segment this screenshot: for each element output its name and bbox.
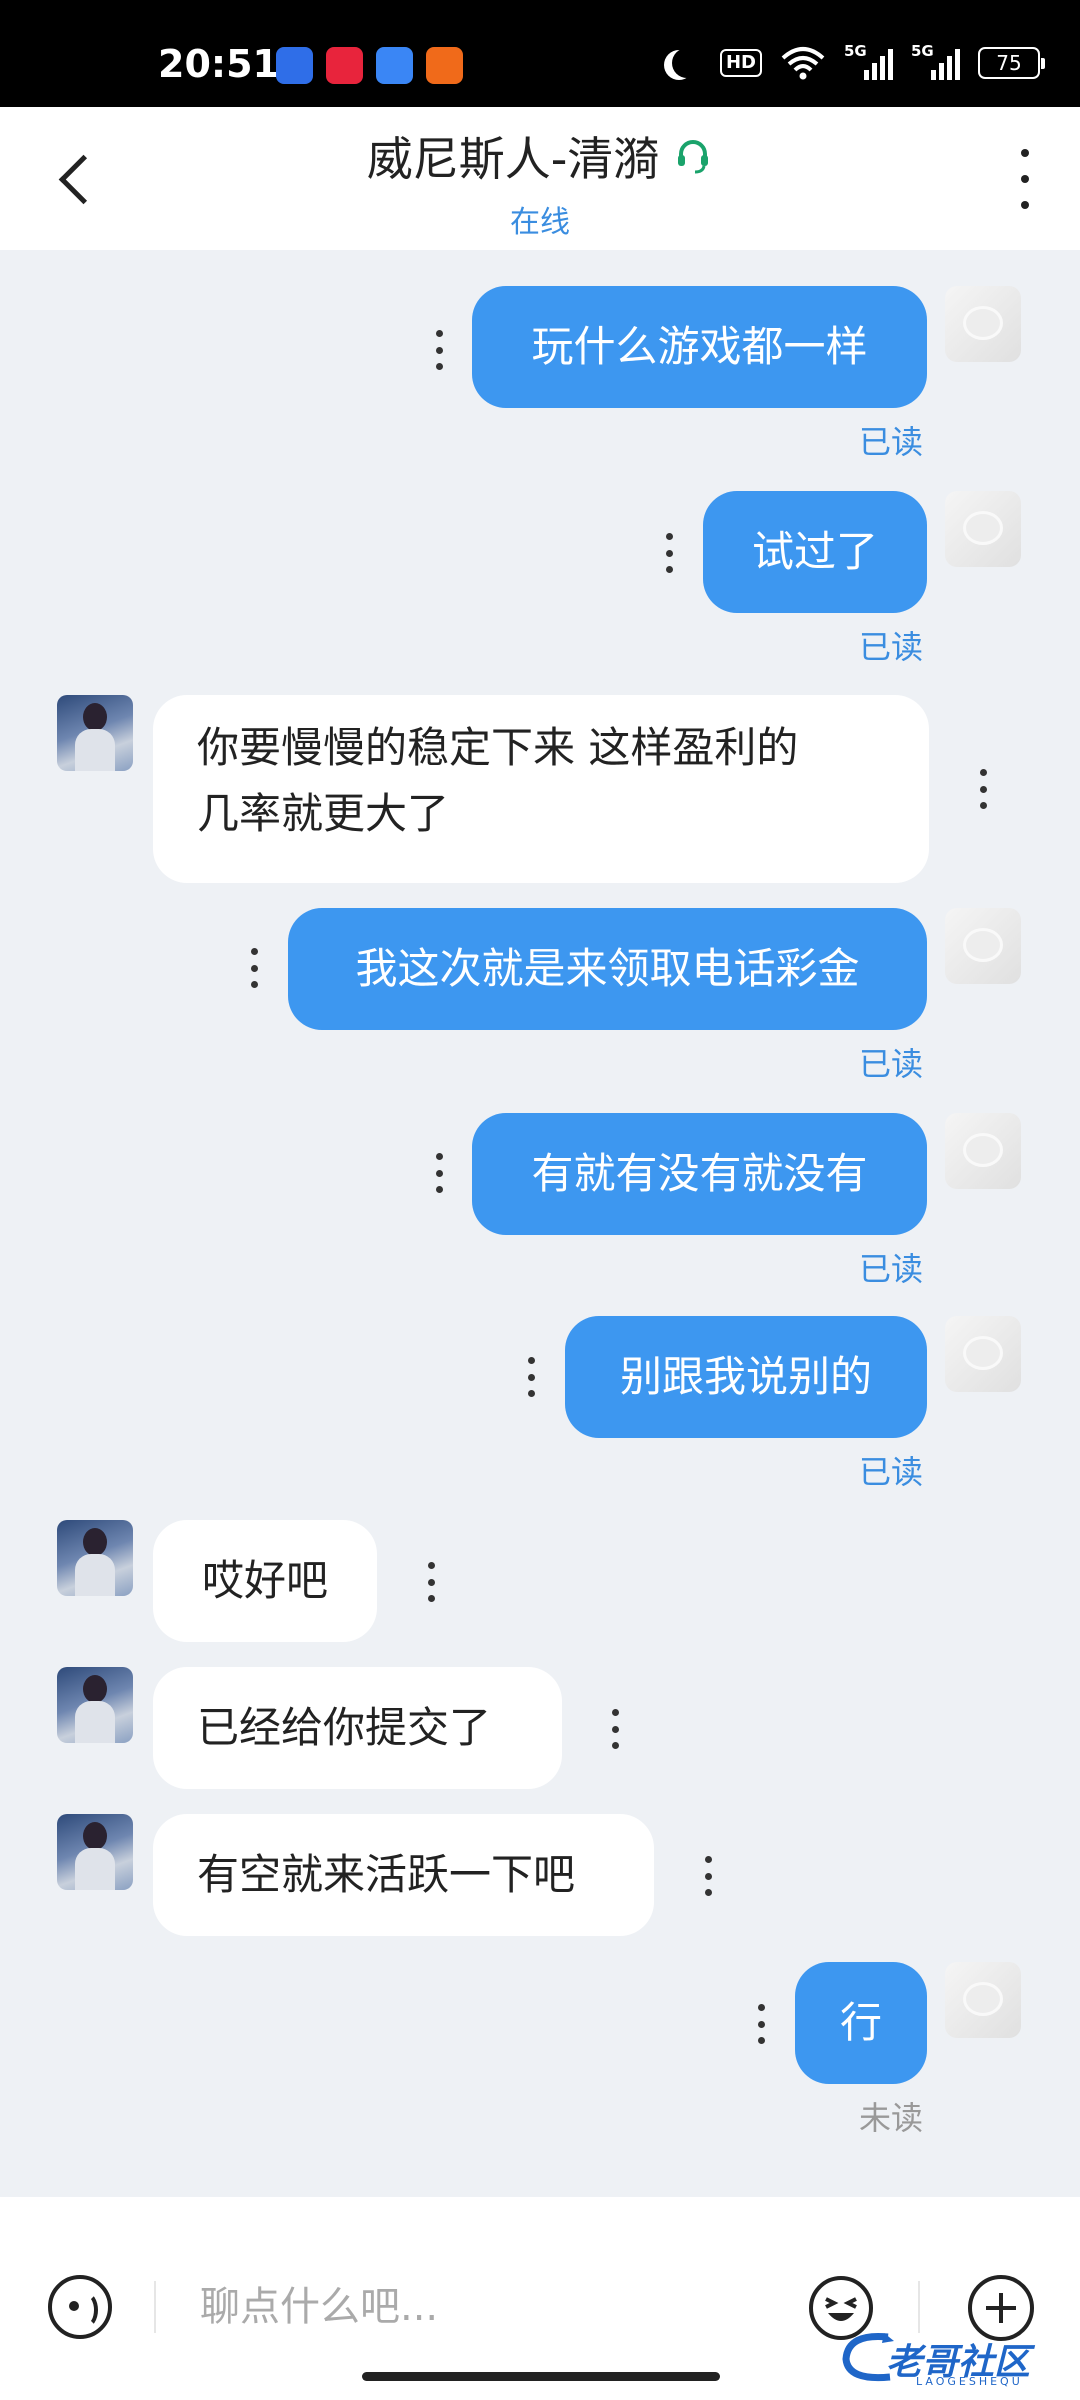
message-text: 已经给你提交了 (197, 1703, 492, 1752)
message-text: 有空就来活跃一下吧 (197, 1850, 576, 1899)
message-options-icon[interactable] (978, 769, 988, 809)
contact-avatar[interactable] (57, 695, 133, 771)
contact-avatar[interactable] (57, 1520, 133, 1596)
wifi-icon (781, 47, 825, 80)
baidu-app-icon (276, 47, 313, 84)
unread-receipt: 未读 (859, 2099, 924, 2137)
outgoing-message[interactable]: 行 (795, 1962, 927, 2084)
contact-avatar[interactable] (57, 1814, 133, 1890)
signal-5g-secondary-icon: 5G (911, 42, 960, 80)
message-text: 试过了 (751, 527, 878, 576)
status-indicators: HD 5G 5G 75 (658, 42, 1045, 80)
message-list[interactable]: 玩什么游戏都一样 已读 试过了 已读 你要慢慢的稳定下来 这样盈利的 几率就更大… (0, 250, 1080, 2197)
message-text: 玩什么游戏都一样 (531, 322, 868, 371)
online-status: 在线 (510, 205, 570, 240)
outgoing-message[interactable]: 我这次就是来领取电话彩金 (288, 908, 927, 1030)
do-not-disturb-icon (672, 48, 702, 78)
status-bar: 20:51 HD 5G 5G 75 (0, 0, 1080, 107)
message-options-icon[interactable] (434, 330, 444, 370)
incoming-message[interactable]: 已经给你提交了 (153, 1667, 562, 1789)
xiaohongshu-app-icon (326, 47, 363, 84)
contact-avatar[interactable] (57, 1667, 133, 1743)
outgoing-message[interactable]: 别跟我说别的 (565, 1316, 927, 1438)
message-options-icon[interactable] (249, 948, 259, 988)
message-options-icon[interactable] (526, 1357, 536, 1397)
watermark-subtext: LAOGESHEQU (916, 2375, 1023, 2388)
divider (154, 2281, 156, 2333)
network-type-label-2: 5G (911, 42, 934, 60)
headset-icon (678, 140, 709, 174)
message-text-line2: 几率就更大了 (197, 789, 450, 838)
message-input-bar: 老哥社区 LAOGESHEQU (0, 2197, 1080, 2400)
read-receipt: 已读 (859, 628, 924, 666)
outgoing-message[interactable]: 有就有没有就没有 (472, 1113, 927, 1235)
chat-title-area: 威尼斯人-清漪 在线 (0, 123, 1080, 241)
signal-5g-icon: 5G (844, 42, 893, 80)
message-options-icon[interactable] (426, 1562, 436, 1602)
my-avatar[interactable] (945, 286, 1021, 362)
shopping-app-icon (426, 47, 463, 84)
my-avatar[interactable] (945, 908, 1021, 984)
message-text: 行 (839, 1998, 882, 2047)
files-app-icon (376, 47, 413, 84)
home-indicator[interactable] (362, 2372, 720, 2381)
outgoing-message[interactable]: 试过了 (703, 491, 927, 613)
read-receipt: 已读 (859, 423, 924, 461)
message-text: 别跟我说别的 (619, 1352, 872, 1401)
incoming-message[interactable]: 有空就来活跃一下吧 (153, 1814, 654, 1936)
watermark-logo: 老哥社区 LAOGESHEQU (838, 2327, 1068, 2389)
voice-input-button[interactable] (48, 2275, 112, 2339)
outgoing-message[interactable]: 玩什么游戏都一样 (472, 286, 927, 408)
incoming-message[interactable]: 你要慢慢的稳定下来 这样盈利的 几率就更大了 (153, 695, 929, 883)
status-time: 20:51 (158, 42, 279, 86)
battery-icon: 75 (978, 47, 1045, 79)
message-text: 有就有没有就没有 (531, 1149, 868, 1198)
more-options-button[interactable] (1014, 149, 1036, 209)
message-options-icon[interactable] (434, 1153, 444, 1193)
chat-header: 威尼斯人-清漪 在线 (0, 107, 1080, 250)
read-receipt: 已读 (859, 1045, 924, 1083)
my-avatar[interactable] (945, 1316, 1021, 1392)
message-text: 我这次就是来领取电话彩金 (355, 944, 860, 993)
contact-name: 威尼斯人-清漪 (366, 132, 660, 186)
message-input[interactable] (200, 2277, 780, 2337)
divider (918, 2281, 920, 2333)
message-options-icon[interactable] (610, 1709, 620, 1749)
my-avatar[interactable] (945, 491, 1021, 567)
read-receipt: 已读 (859, 1453, 924, 1491)
hd-voice-icon: HD (719, 49, 762, 77)
message-text: 哎好吧 (201, 1556, 328, 1605)
message-options-icon[interactable] (664, 533, 674, 573)
notification-icons (276, 47, 463, 84)
battery-level: 75 (996, 51, 1022, 75)
network-type-label: 5G (844, 42, 867, 60)
message-options-icon[interactable] (703, 1856, 713, 1896)
my-avatar[interactable] (945, 1962, 1021, 2038)
message-options-icon[interactable] (756, 2004, 766, 2044)
my-avatar[interactable] (945, 1113, 1021, 1189)
message-text-line1: 你要慢慢的稳定下来 这样盈利的 (197, 723, 799, 772)
chat-title: 威尼斯人-清漪 (367, 123, 714, 189)
incoming-message[interactable]: 哎好吧 (153, 1520, 377, 1642)
read-receipt: 已读 (859, 1250, 924, 1288)
